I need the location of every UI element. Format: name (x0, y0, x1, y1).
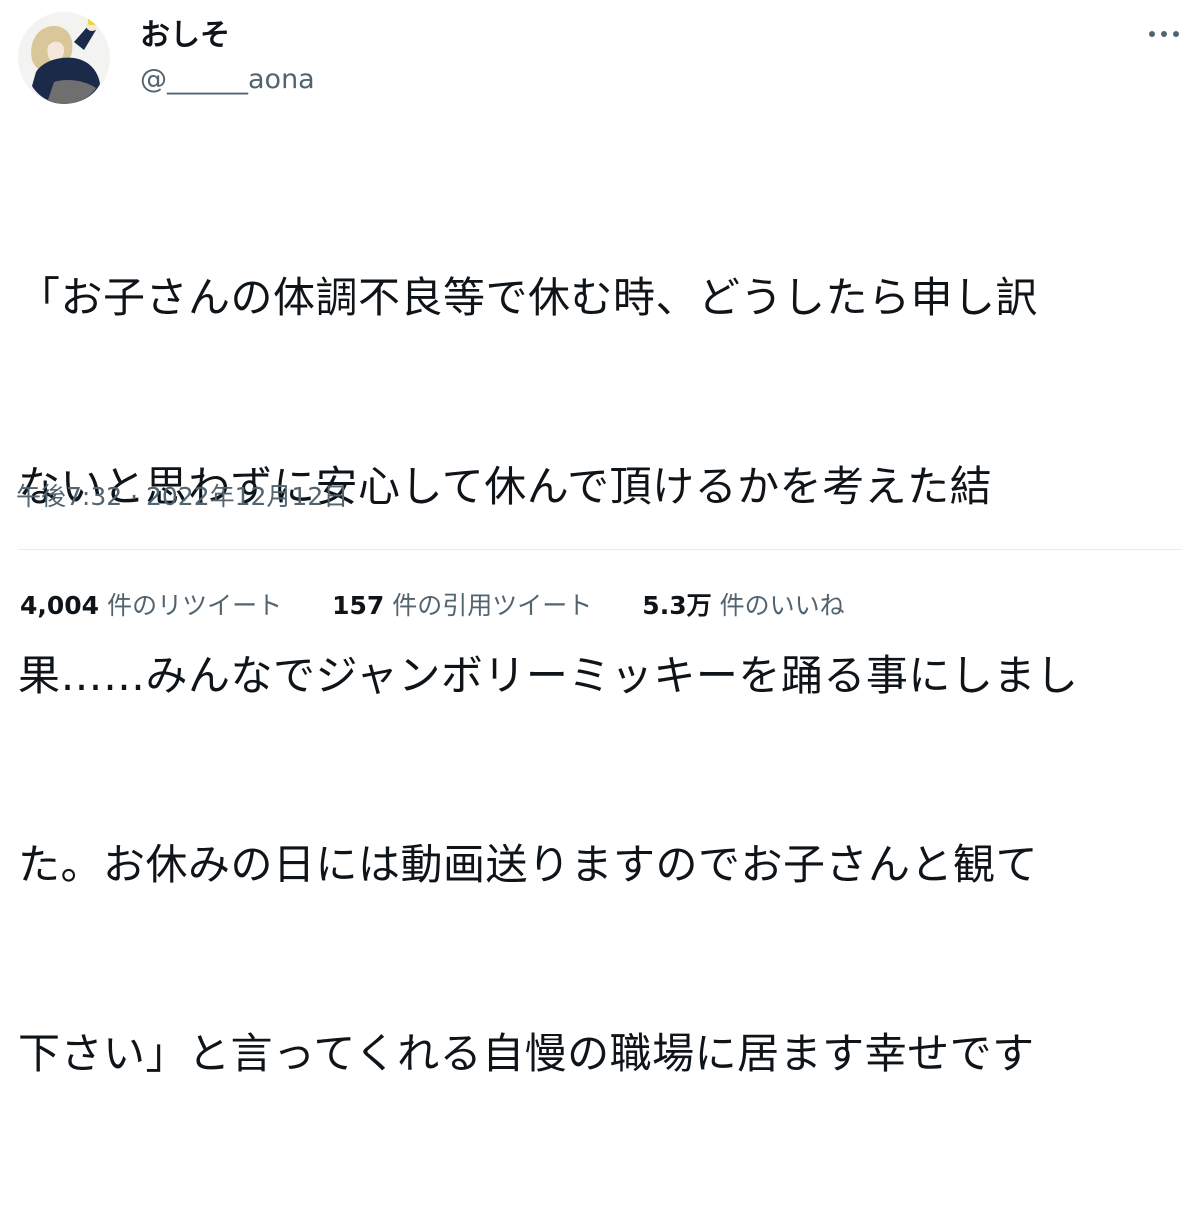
more-options-button[interactable] (1140, 14, 1188, 54)
retweets-label: 件のリツイート (107, 591, 283, 620)
tweet-text: 「お子さんの体調不良等で休む時、どうしたら申し訳 ないと思わずに安心して休んで頂… (18, 140, 1188, 1211)
retweets-stat[interactable]: 4,004 件のリツイート (20, 588, 282, 624)
likes-stat[interactable]: 5.3万 件のいいね (642, 588, 844, 624)
divider (18, 549, 1182, 550)
tweet-text-line: た。お休みの日には動画送りますのでお子さんと観て (18, 840, 1039, 889)
quotes-label: 件の引用ツイート (392, 591, 593, 620)
retweets-count: 4,004 (20, 591, 100, 620)
avatar-illustration (18, 12, 110, 104)
quotes-count: 157 (332, 591, 385, 620)
likes-count: 5.3万 (642, 591, 712, 620)
likes-label: 件のいいね (719, 591, 845, 620)
display-name[interactable]: おしそ (140, 16, 230, 56)
tweet-timestamp[interactable]: 午後7:32 · 2022年12月12日 (16, 480, 348, 514)
tweet-text-line: 「お子さんの体調不良等で休む時、どうしたら申し訳 (18, 273, 1039, 322)
more-horizontal-icon (1149, 31, 1179, 37)
tweet-text-line: 果……みんなでジャンボリーミッキーを踊る事にしまし (18, 651, 1079, 700)
quotes-stat[interactable]: 157 件の引用ツイート (332, 588, 592, 624)
user-handle[interactable]: @______aona (140, 62, 315, 98)
avatar[interactable] (18, 12, 110, 104)
tweet-stats: 4,004 件のリツイート 157 件の引用ツイート 5.3万 件のいいね (20, 588, 895, 624)
tweet-card: おしそ @______aona 「お子さんの体調不良等で休む時、どうしたら申し訳… (0, 0, 1200, 1078)
tweet-text-line: 下さい」と言ってくれる自慢の職場に居ます幸せです (18, 1029, 1035, 1078)
